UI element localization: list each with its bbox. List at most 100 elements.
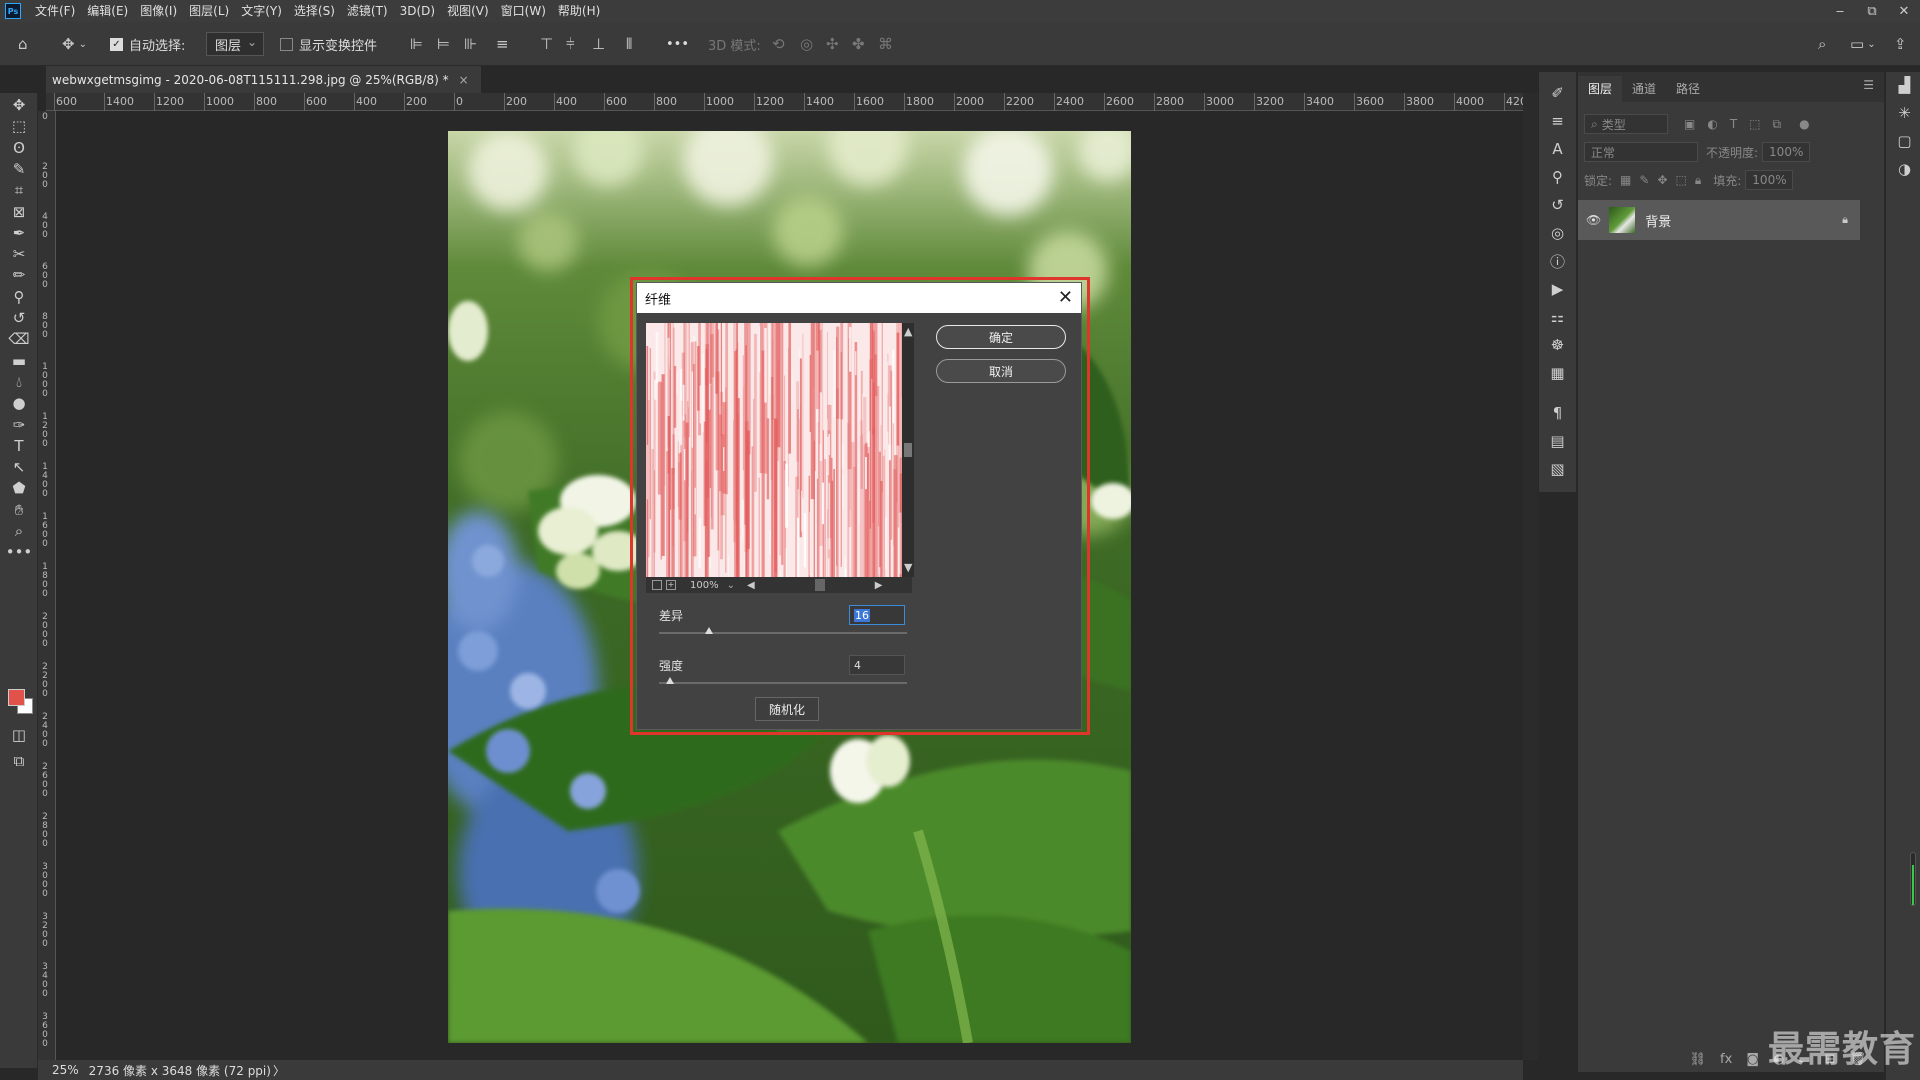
brush-settings-icon[interactable]: ✐ [1539,80,1576,106]
more-options-button[interactable]: ••• [666,22,689,66]
move-tool-options-icon[interactable]: ✥ ⌄ [62,22,87,66]
close-icon[interactable]: ✕ [1058,287,1073,308]
tab-paths[interactable]: 路径 [1666,76,1710,102]
share-icon[interactable]: ⇪ [1894,22,1907,66]
preview-vertical-scrollbar[interactable]: ▲ ▼ [902,323,914,577]
canvas-vertical-scrollbar[interactable] [1523,93,1538,1060]
histogram-icon[interactable]: ▟ [1886,72,1920,98]
edit-toolbar-icon[interactable]: ••• [0,540,38,564]
menu-item-0[interactable]: 文件(F) [29,0,81,22]
tab-channels[interactable]: 通道 [1622,76,1666,102]
filter-adjust-icon[interactable]: ◐ [1707,117,1717,131]
show-transform-checkbox[interactable] [280,37,293,51]
notes-icon[interactable]: ▧ [1539,456,1576,482]
align-right-icon[interactable]: ⊪ [464,22,477,66]
layer-row[interactable]: 👁︎ 背景 🔒︎ [1578,200,1860,240]
scroll-left-icon[interactable]: ◀ [747,580,755,591]
lock-transparent-icon[interactable]: ▦ [1620,173,1631,187]
scroll-up-icon[interactable]: ▲ [904,325,912,338]
align-left-icon[interactable]: ⊫ [410,22,423,66]
variance-input[interactable]: 16 [849,605,905,625]
menu-item-10[interactable]: 帮助(H) [552,0,606,22]
zoom-out-icon[interactable] [652,580,662,590]
actions-icon[interactable]: ▶ [1539,276,1576,302]
fx-icon[interactable]: fx [1720,1052,1732,1067]
layer-lock-icon[interactable]: 🔒︎ [1842,213,1848,227]
lock-pixels-icon[interactable]: ✎ [1639,173,1649,187]
3d-rotate-icon[interactable]: ⟲ [772,22,785,66]
randomize-button[interactable]: 随机化 [755,697,819,721]
menu-item-2[interactable]: 图像(I) [134,0,183,22]
menu-item-7[interactable]: 3D(D) [394,0,441,22]
foreground-color-swatch[interactable] [8,689,25,706]
screen-mode-icon[interactable]: ⧉ [0,749,38,773]
scroll-thumb[interactable] [904,443,912,457]
scroll-right-icon[interactable]: ▶ [875,580,883,591]
lock-artboard-icon[interactable]: ⬚ [1676,173,1687,187]
menu-item-6[interactable]: 滤镜(T) [341,0,394,22]
fill-input[interactable]: 100% [1745,170,1794,190]
link-layers-icon[interactable]: ⛓︎ [1690,1052,1707,1067]
properties-icon[interactable]: ≡ [1539,108,1576,134]
panel-menu-icon[interactable]: ☰ [1863,78,1874,92]
tab-close-icon[interactable]: × [459,73,469,87]
minimize-button[interactable]: ‒ [1824,0,1856,22]
filter-smart-icon[interactable]: ⧉ [1773,117,1782,132]
color-swatches[interactable] [8,689,36,717]
clone-source-icon[interactable]: ⚲ [1539,164,1576,190]
strength-input[interactable]: 4 [849,655,905,675]
cancel-button[interactable]: 取消 [936,359,1066,383]
filter-preview[interactable] [646,323,902,577]
strength-slider[interactable] [659,677,907,684]
blend-mode-dropdown[interactable]: 正常 [1584,142,1698,162]
distribute-v-icon[interactable]: ⫴ [626,22,632,66]
glyphs-icon[interactable]: ▤ [1539,428,1576,454]
status-menu-arrow[interactable]: 〉 [273,1062,285,1079]
strength-slider-thumb[interactable] [666,677,675,684]
tab-layers[interactable]: 图层 [1578,76,1623,102]
restore-button[interactable]: ⧉ [1856,0,1888,22]
search-icon[interactable]: ⌕ [1818,22,1826,66]
history-icon[interactable]: ↺ [1539,192,1576,218]
lock-position-icon[interactable]: ✥ [1657,173,1667,187]
adjustments-icon[interactable]: ◑ [1886,156,1920,182]
table-icon[interactable]: ▦ [1539,360,1576,386]
zoom-dropdown-icon[interactable]: ⌄ [727,580,735,591]
scroll-down-icon[interactable]: ▼ [904,561,912,574]
distribute-icon[interactable]: ≡ [496,22,509,66]
document-tab[interactable]: webwxgetmsgimg - 2020-06-08T115111.298.j… [46,66,481,93]
3d-icon[interactable]: ☸ [1539,332,1576,358]
workspace-icon[interactable]: ▭ ⌄ [1850,22,1876,66]
3d-pan-icon[interactable]: ✣ [826,22,839,66]
filter-shape-icon[interactable]: ⬚ [1749,117,1760,131]
3d-slide-icon[interactable]: ✤ [852,22,865,66]
navigator-icon[interactable]: ✳ [1886,100,1920,126]
info-icon[interactable]: ⓘ [1539,248,1576,274]
libraries-icon[interactable]: ▢ [1886,128,1920,154]
menu-item-5[interactable]: 选择(S) [288,0,341,22]
menu-item-1[interactable]: 编辑(E) [81,0,134,22]
variance-slider-thumb[interactable] [704,627,713,634]
auto-select-checkbox[interactable]: ✓ [110,37,123,51]
close-window-button[interactable]: ✕ [1888,0,1920,22]
preview-zoom-value[interactable]: 100% [690,580,719,591]
menu-item-8[interactable]: 视图(V) [441,0,495,22]
variance-slider[interactable] [659,627,907,634]
zoom-level[interactable]: 25% [52,1063,79,1077]
align-middle-v-icon[interactable]: ⫩ [566,22,575,66]
channels-icon[interactable]: ◎ [1539,220,1576,246]
menu-item-9[interactable]: 窗口(W) [495,0,552,22]
zoom-in-icon[interactable]: + [666,580,676,590]
layer-filter-dropdown[interactable]: ⌕ 类型 [1584,114,1668,134]
opacity-input[interactable]: 100% [1762,142,1811,162]
home-icon[interactable]: ⌂ [18,22,28,66]
menu-item-3[interactable]: 图层(L) [183,0,235,22]
lock-all-icon[interactable]: 🔒︎ [1695,173,1701,188]
swatches-icon[interactable]: ⚏ [1539,304,1576,330]
filter-toggle-icon[interactable]: ● [1799,117,1809,131]
3d-roll-icon[interactable]: ◎ [800,22,813,66]
align-center-h-icon[interactable]: ⊨ [437,22,450,66]
eye-icon[interactable]: 👁︎ [1586,213,1601,227]
filter-pixel-icon[interactable]: ▣ [1684,117,1695,131]
filter-type-icon[interactable]: T [1730,117,1737,131]
